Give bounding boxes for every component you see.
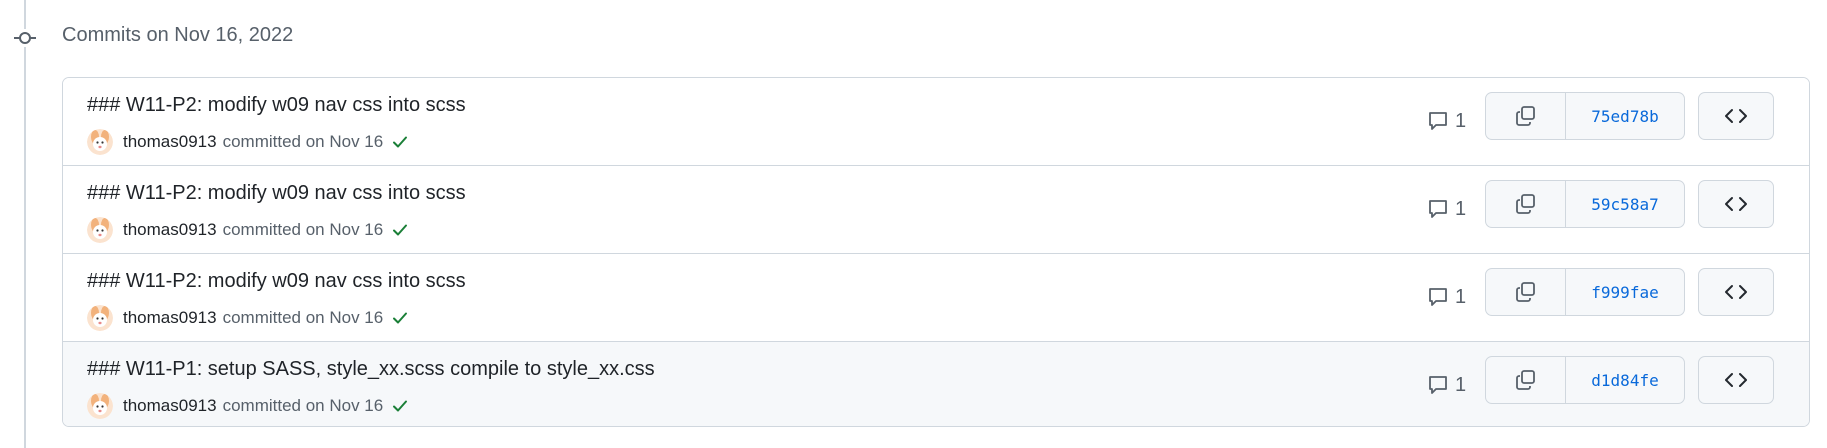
commit-date: committed on Nov 16	[222, 220, 384, 239]
author-link[interactable]: thomas0913	[123, 132, 217, 152]
commit-title-link[interactable]: ### W11-P2: modify w09 nav css into scss	[87, 182, 466, 205]
sha-button-group: d1d84fe	[1485, 356, 1685, 404]
commit-sha-link[interactable]: 75ed78b	[1566, 93, 1684, 139]
sha-button-group: f999fae	[1485, 268, 1685, 316]
commit-row: ### W11-P1: setup SASS, style_xx.scss co…	[63, 342, 1809, 426]
commit-date: committed on Nov 16	[222, 132, 384, 151]
browse-repository-button[interactable]	[1698, 92, 1774, 140]
code-icon	[1725, 373, 1747, 387]
commit-meta: thomas0913 committed on Nov 16	[87, 392, 409, 420]
avatar[interactable]	[87, 393, 113, 419]
copy-icon	[1515, 282, 1535, 302]
author-link[interactable]: thomas0913	[123, 220, 217, 240]
comment-count: 1	[1455, 109, 1467, 132]
commit-row: ### W11-P2: modify w09 nav css into scss…	[63, 166, 1809, 254]
avatar[interactable]	[87, 129, 113, 155]
author-link[interactable]: thomas0913	[123, 308, 217, 328]
avatar[interactable]	[87, 305, 113, 331]
timeline-line	[24, 0, 26, 448]
sha-button-group: 75ed78b	[1485, 92, 1685, 140]
browse-repository-button[interactable]	[1698, 268, 1774, 316]
commit-sha-link[interactable]: d1d84fe	[1566, 357, 1684, 403]
check-icon[interactable]	[391, 397, 409, 415]
commit-date: committed on Nov 16	[222, 396, 384, 415]
copy-sha-button[interactable]	[1486, 269, 1566, 315]
git-commit-icon	[14, 29, 36, 47]
commit-list: ### W11-P2: modify w09 nav css into scss…	[62, 77, 1810, 427]
copy-icon	[1515, 106, 1535, 126]
avatar[interactable]	[87, 217, 113, 243]
sha-button-group: 59c58a7	[1485, 180, 1685, 228]
comment-count: 1	[1455, 373, 1467, 396]
comment-icon	[1429, 288, 1447, 306]
commit-meta: thomas0913 committed on Nov 16	[87, 216, 409, 244]
comment-icon	[1429, 112, 1447, 130]
copy-icon	[1515, 194, 1535, 214]
commit-title-link[interactable]: ### W11-P2: modify w09 nav css into scss	[87, 270, 466, 293]
code-icon	[1725, 285, 1747, 299]
browse-repository-button[interactable]	[1698, 356, 1774, 404]
code-icon	[1725, 109, 1747, 123]
commit-group-title: Commits on Nov 16, 2022	[62, 24, 294, 46]
check-icon[interactable]	[391, 309, 409, 327]
commit-meta: thomas0913 committed on Nov 16	[87, 304, 409, 332]
copy-sha-button[interactable]	[1486, 357, 1566, 403]
check-icon[interactable]	[391, 133, 409, 151]
commit-sha-link[interactable]: f999fae	[1566, 269, 1684, 315]
commit-title-link[interactable]: ### W11-P2: modify w09 nav css into scss	[87, 94, 466, 117]
comment-count: 1	[1455, 197, 1467, 220]
code-icon	[1725, 197, 1747, 211]
comments-link[interactable]: 1	[1427, 108, 1466, 134]
comment-count: 1	[1455, 285, 1467, 308]
copy-sha-button[interactable]	[1486, 181, 1566, 227]
copy-sha-button[interactable]	[1486, 93, 1566, 139]
commit-sha-link[interactable]: 59c58a7	[1566, 181, 1684, 227]
comments-link[interactable]: 1	[1427, 196, 1466, 222]
comment-icon	[1429, 200, 1447, 218]
comments-link[interactable]: 1	[1427, 284, 1466, 310]
copy-icon	[1515, 370, 1535, 390]
author-link[interactable]: thomas0913	[123, 396, 217, 416]
browse-repository-button[interactable]	[1698, 180, 1774, 228]
comment-icon	[1429, 376, 1447, 394]
commit-title-link[interactable]: ### W11-P1: setup SASS, style_xx.scss co…	[87, 358, 655, 381]
commit-row: ### W11-P2: modify w09 nav css into scss…	[63, 254, 1809, 342]
commit-row: ### W11-P2: modify w09 nav css into scss…	[63, 78, 1809, 166]
check-icon[interactable]	[391, 221, 409, 239]
commit-meta: thomas0913 committed on Nov 16	[87, 128, 409, 156]
commit-date: committed on Nov 16	[222, 308, 384, 327]
comments-link[interactable]: 1	[1427, 372, 1466, 398]
